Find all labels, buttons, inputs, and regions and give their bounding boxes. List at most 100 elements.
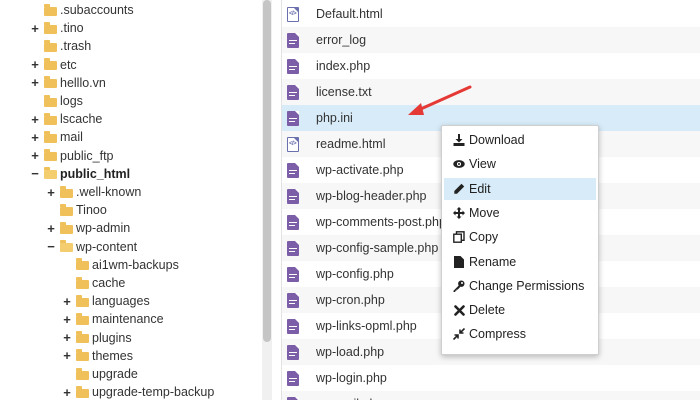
x-icon bbox=[453, 304, 465, 316]
tree-folder-item[interactable]: + .well-known bbox=[46, 183, 141, 201]
menu-item-move[interactable]: Move bbox=[444, 202, 596, 224]
file-name: wp-config.php bbox=[316, 267, 394, 281]
expand-toggle[interactable]: + bbox=[62, 348, 72, 363]
folder-icon bbox=[44, 58, 57, 71]
tree-folder-label: mail bbox=[60, 130, 83, 145]
expand-toggle[interactable]: + bbox=[62, 330, 72, 345]
file-row[interactable]: index.php bbox=[282, 53, 700, 80]
tree-folder-item[interactable]: + lscache bbox=[30, 110, 102, 128]
tree-scrollbar-thumb[interactable] bbox=[263, 0, 271, 342]
tree-folder-item[interactable]: cache bbox=[62, 274, 125, 292]
tree-folder-item[interactable]: − wp-content bbox=[46, 238, 137, 256]
file-name: wp-links-opml.php bbox=[316, 319, 417, 333]
tree-folder-item[interactable]: + themes bbox=[62, 347, 133, 365]
tree-folder-label: .subaccounts bbox=[60, 3, 134, 17]
expand-toggle[interactable]: + bbox=[46, 185, 56, 200]
menu-item-change-permissions[interactable]: Change Permissions bbox=[444, 275, 596, 297]
expand-toggle[interactable]: + bbox=[46, 221, 56, 236]
menu-item-edit[interactable]: Edit bbox=[444, 177, 596, 200]
text-file-icon bbox=[287, 240, 299, 256]
tree-folder-item[interactable]: .subaccounts bbox=[30, 1, 134, 19]
text-file-icon bbox=[287, 370, 299, 386]
tree-folder-item[interactable]: + plugins bbox=[62, 329, 131, 347]
menu-item-label: Move bbox=[469, 205, 500, 220]
file-row[interactable]: wp-login.php bbox=[282, 365, 700, 392]
expand-toggle[interactable]: + bbox=[30, 130, 40, 145]
folder-open-icon bbox=[44, 167, 57, 180]
code-file-icon: </> bbox=[287, 6, 299, 22]
tree-folder-item[interactable]: − public_html bbox=[30, 165, 130, 183]
tree-scrollbar[interactable] bbox=[262, 0, 272, 400]
tree-folder-item[interactable]: + mail bbox=[30, 128, 83, 146]
expand-toggle[interactable]: + bbox=[30, 57, 40, 72]
tree-folder-label: .well-known bbox=[76, 185, 142, 199]
menu-item-copy[interactable]: Copy bbox=[444, 226, 596, 248]
file-row[interactable]: license.txt bbox=[282, 79, 700, 106]
tree-folder-item[interactable]: logs bbox=[30, 92, 83, 110]
expand-toggle[interactable]: + bbox=[30, 21, 40, 36]
pencil-icon bbox=[453, 183, 465, 195]
file-name: wp-cron.php bbox=[316, 293, 385, 307]
expand-toggle[interactable]: + bbox=[30, 148, 40, 163]
file-row[interactable]: </> Default.html bbox=[282, 1, 700, 28]
tree-folder-item[interactable]: + upgrade-temp-backup bbox=[62, 383, 214, 400]
tree-folder-item[interactable]: upgrade bbox=[62, 365, 138, 383]
tree-folder-label: logs bbox=[60, 94, 83, 108]
folder-icon bbox=[44, 149, 57, 162]
tree-folder-label: Tinoo bbox=[76, 203, 107, 218]
copy-icon bbox=[453, 231, 465, 244]
tree-folder-label: cache bbox=[92, 276, 126, 290]
file-row[interactable]: wp-mail.php bbox=[282, 391, 700, 400]
menu-item-compress[interactable]: Compress bbox=[444, 323, 596, 345]
folder-icon bbox=[60, 185, 73, 198]
expand-toggle[interactable]: + bbox=[62, 312, 72, 327]
folder-icon bbox=[60, 203, 73, 216]
tree-folder-item[interactable]: + .tino bbox=[30, 19, 83, 37]
tree-folder-item[interactable]: Tinoo bbox=[46, 201, 107, 219]
file-name: php.ini bbox=[316, 111, 353, 125]
collapse-toggle[interactable]: − bbox=[46, 239, 56, 254]
key-icon bbox=[453, 280, 465, 292]
file-row[interactable]: error_log bbox=[282, 27, 700, 54]
menu-item-label: Change Permissions bbox=[469, 278, 585, 293]
tree-folder-label: lscache bbox=[60, 112, 103, 127]
tree-folder-item[interactable]: ai1wm-backups bbox=[62, 256, 179, 274]
menu-item-download[interactable]: Download bbox=[444, 129, 596, 151]
text-file-icon bbox=[287, 292, 299, 308]
menu-item-label: View bbox=[469, 157, 496, 172]
expand-toggle[interactable]: + bbox=[30, 75, 40, 90]
menu-item-label: Delete bbox=[469, 303, 506, 318]
file-name: wp-config-sample.php bbox=[316, 241, 439, 255]
tree-folder-item[interactable]: + helllo.vn bbox=[30, 74, 106, 92]
file-icon bbox=[453, 255, 465, 268]
menu-item-delete[interactable]: Delete bbox=[444, 299, 596, 321]
text-file-icon bbox=[287, 84, 299, 100]
folder-icon bbox=[76, 276, 89, 289]
context-menu: Download View Edit Move Copy Rename Change Per… bbox=[441, 125, 599, 355]
menu-item-rename[interactable]: Rename bbox=[444, 251, 596, 273]
tree-folder-item[interactable]: + maintenance bbox=[62, 310, 164, 328]
tree-folder-item[interactable]: .trash bbox=[30, 37, 91, 55]
expand-toggle[interactable]: + bbox=[30, 112, 40, 127]
expand-toggle[interactable]: + bbox=[62, 294, 72, 309]
eye-icon bbox=[453, 158, 465, 170]
folder-icon bbox=[44, 94, 57, 107]
menu-item-label: Edit bbox=[469, 181, 491, 196]
folder-icon bbox=[44, 39, 57, 52]
tree-folder-label: maintenance bbox=[92, 312, 164, 327]
tree-folder-item[interactable]: + public_ftp bbox=[30, 147, 113, 165]
folder-icon bbox=[44, 112, 57, 125]
text-file-icon bbox=[287, 214, 299, 230]
tree-folder-item[interactable]: + etc bbox=[30, 56, 77, 74]
menu-item-label: Rename bbox=[469, 254, 517, 269]
move-arrows-icon bbox=[453, 206, 465, 219]
folder-icon bbox=[76, 367, 89, 380]
collapse-toggle[interactable]: − bbox=[30, 166, 40, 181]
menu-item-label: Download bbox=[469, 133, 525, 147]
tree-folder-label: upgrade-temp-backup bbox=[92, 385, 215, 400]
menu-item-view[interactable]: View bbox=[444, 153, 596, 175]
expand-toggle[interactable]: + bbox=[62, 385, 72, 400]
tree-folder-item[interactable]: + wp-admin bbox=[46, 219, 130, 237]
tree-folder-label: etc bbox=[60, 57, 77, 72]
tree-folder-item[interactable]: + languages bbox=[62, 292, 150, 310]
